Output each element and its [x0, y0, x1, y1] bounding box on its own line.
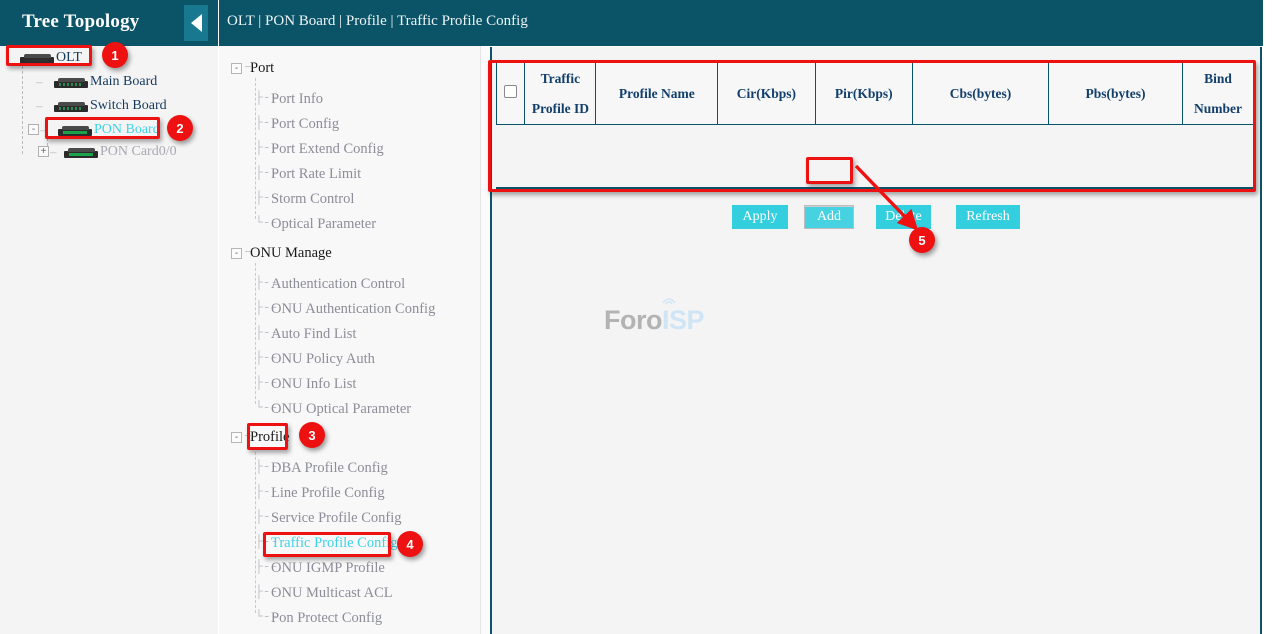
column-header-profile-name[interactable]: Profile Name: [596, 63, 718, 125]
tree-node-label: Switch Board: [90, 98, 167, 113]
column-header-line2: Number: [1187, 94, 1249, 124]
column-header-pbs[interactable]: Pbs(bytes): [1048, 63, 1182, 125]
table-bottom-rule: [496, 187, 1254, 190]
menu-expander-onu-manage[interactable]: -: [231, 248, 242, 259]
menu-item-dba-profile-config[interactable]: DBA Profile Config: [271, 460, 388, 477]
tree-node-pon-board[interactable]: – PON Board: [42, 118, 160, 142]
callout-badge-1: 1: [102, 42, 128, 68]
menu-item-onu-authentication-config[interactable]: ONU Authentication Config: [271, 301, 435, 318]
device-olt-icon: [20, 53, 54, 64]
apply-button[interactable]: Apply: [732, 205, 788, 229]
tree-elbow-icon: –: [36, 70, 43, 94]
tree-expander-pon-card[interactable]: +: [38, 146, 49, 157]
foroisp-watermark: ForoISP: [604, 305, 704, 336]
menu-item-onu-policy-auth[interactable]: ONU Policy Auth: [271, 351, 375, 368]
delete-button[interactable]: Delete: [876, 205, 931, 229]
column-header-line2: Profile ID: [529, 94, 591, 124]
menu-group-onu-manage[interactable]: ONU Manage: [250, 245, 332, 262]
watermark-text-1: Foro: [604, 305, 662, 335]
menu-item-port-info[interactable]: Port Info: [271, 91, 323, 108]
callout-badge-4: 4: [397, 531, 423, 557]
device-pon-card-icon: [64, 147, 98, 158]
menu-group-port[interactable]: Port: [250, 60, 274, 77]
column-header-bind-number[interactable]: Bind Number: [1182, 63, 1253, 125]
select-all-checkbox[interactable]: [504, 85, 517, 98]
navigation-menu-panel: -–Port├--Port Info├--Port Config├--Port …: [219, 0, 481, 634]
callout-badge-3: 3: [299, 422, 325, 448]
menu-expander-port[interactable]: -: [231, 63, 242, 74]
callout-badge-5: 5: [909, 227, 935, 253]
tree-topology-title: Tree Topology: [22, 11, 140, 33]
antenna-icon: [660, 294, 678, 306]
device-board-icon: [54, 77, 88, 88]
menu-item-port-config[interactable]: Port Config: [271, 116, 339, 133]
tree-topology-panel: Tree Topology OLT – Main Board: [0, 0, 218, 634]
menu-item-optical-parameter[interactable]: Optical Parameter: [271, 216, 376, 233]
app-root: Tree Topology OLT – Main Board: [0, 0, 1286, 634]
menu-item-storm-control[interactable]: Storm Control: [271, 191, 354, 208]
column-header-line1: Traffic: [529, 64, 591, 94]
tree-elbow-icon: –: [36, 94, 43, 118]
content-gutter: [481, 47, 490, 634]
watermark-text-2: ISP: [662, 305, 704, 335]
column-header-pir[interactable]: Pir(Kbps): [815, 63, 912, 125]
chevron-left-icon[interactable]: [184, 5, 208, 41]
menu-item-onu-igmp-profile[interactable]: ONU IGMP Profile: [271, 560, 385, 577]
column-header-cbs[interactable]: Cbs(bytes): [913, 63, 1049, 125]
tree-node-pon-card[interactable]: – PON Card0/0: [52, 140, 177, 164]
navigation-menu-list: -–Port├--Port Info├--Port Config├--Port …: [219, 0, 481, 634]
device-pon-board-icon: [58, 125, 92, 136]
menu-item-onu-multicast-acl[interactable]: ONU Multicast ACL: [271, 585, 393, 602]
menu-item-service-profile-config[interactable]: Service Profile Config: [271, 510, 401, 527]
tree-expander-pon-board[interactable]: -: [28, 124, 39, 135]
menu-item-onu-optical-parameter[interactable]: ONU Optical Parameter: [271, 401, 411, 418]
menu-item-port-rate-limit[interactable]: Port Rate Limit: [271, 166, 361, 183]
column-header-cir[interactable]: Cir(Kbps): [718, 63, 815, 125]
top-bar: OLT | PON Board | Profile | Traffic Prof…: [219, 0, 1267, 46]
profile-table-wrapper: Traffic Profile ID Profile Name Cir(Kbps…: [496, 62, 1254, 125]
tree-topology-header: Tree Topology: [0, 0, 218, 46]
action-button-row: Apply Add Delete Refresh: [492, 195, 1258, 239]
tree-node-label: Main Board: [90, 74, 157, 89]
menu-item-pon-protect-config[interactable]: Pon Protect Config: [271, 610, 382, 627]
column-header-traffic-profile-id[interactable]: Traffic Profile ID: [525, 63, 596, 125]
tree-elbow-icon: –: [40, 118, 47, 142]
tree-node-label: OLT: [56, 50, 82, 65]
tree-node-main-board[interactable]: – Main Board: [38, 70, 157, 94]
menu-item-traffic-profile-config[interactable]: Traffic Profile Config: [271, 535, 397, 552]
breadcrumb: OLT | PON Board | Profile | Traffic Prof…: [227, 13, 528, 30]
menu-expander-profile[interactable]: -: [231, 432, 242, 443]
menu-group-profile[interactable]: Profile: [250, 429, 289, 446]
callout-badge-2: 2: [167, 115, 193, 141]
refresh-button[interactable]: Refresh: [956, 205, 1020, 229]
column-header-line1: Bind: [1187, 64, 1249, 94]
tree-node-label: PON Card0/0: [100, 144, 177, 159]
tree-node-switch-board[interactable]: – Switch Board: [38, 94, 167, 118]
tree-node-label: PON Board: [94, 122, 160, 137]
menu-item-line-profile-config[interactable]: Line Profile Config: [271, 485, 385, 502]
menu-item-authentication-control[interactable]: Authentication Control: [271, 276, 405, 293]
right-margin: [1263, 0, 1286, 634]
traffic-profile-table: Traffic Profile ID Profile Name Cir(Kbps…: [496, 62, 1254, 125]
add-button[interactable]: Add: [804, 205, 854, 229]
tree-node-olt[interactable]: OLT: [20, 46, 82, 70]
table-header-row: Traffic Profile ID Profile Name Cir(Kbps…: [497, 63, 1254, 125]
device-board-icon: [54, 101, 88, 112]
tree-elbow-icon: –: [50, 140, 57, 164]
tree-trunk-line: [22, 66, 23, 154]
chevron-left-glyph: [191, 14, 202, 32]
menu-item-port-extend-config[interactable]: Port Extend Config: [271, 141, 384, 158]
main-content-panel: Traffic Profile ID Profile Name Cir(Kbps…: [490, 47, 1262, 634]
select-all-cell: [497, 63, 525, 125]
menu-item-auto-find-list[interactable]: Auto Find List: [271, 326, 356, 343]
menu-item-onu-info-list[interactable]: ONU Info List: [271, 376, 356, 393]
